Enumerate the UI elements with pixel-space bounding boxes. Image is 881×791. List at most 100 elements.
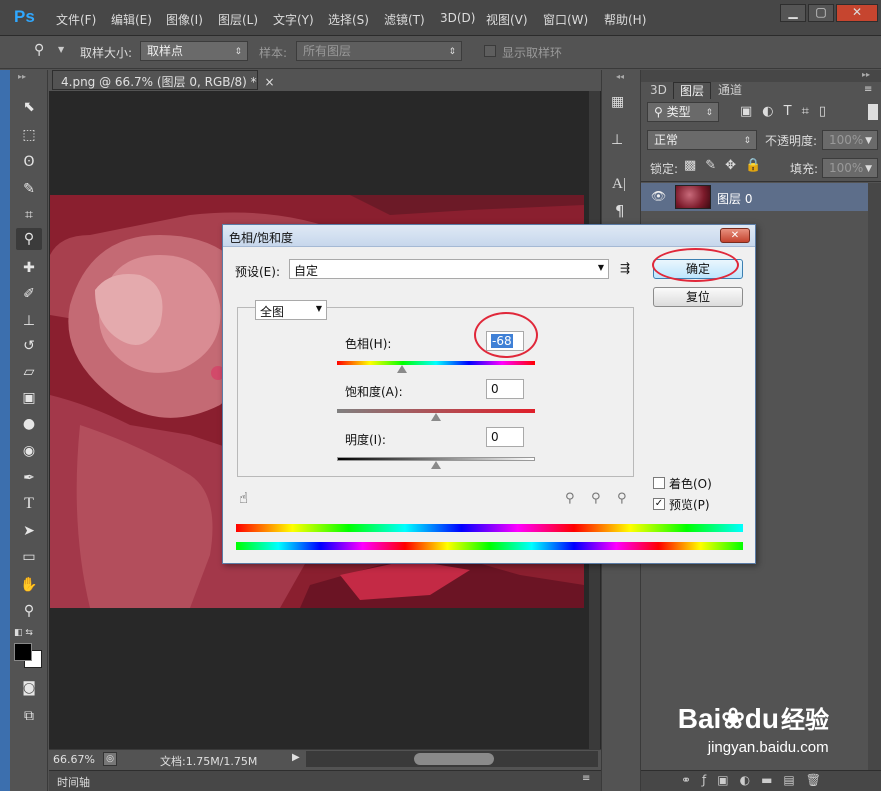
brush-presets-icon[interactable]: ⊥ <box>611 132 623 148</box>
crop-tool-icon[interactable]: ⌗ <box>16 204 42 226</box>
eyedropper-minus-icon[interactable]: ⚲ <box>617 491 627 506</box>
watermark-brand2: du <box>744 703 779 734</box>
menu-help[interactable]: 帮助(H) <box>604 11 646 28</box>
tab-close-icon[interactable]: × <box>265 75 275 89</box>
pen-tool-icon[interactable]: ✒ <box>16 467 42 489</box>
zoom-tool-icon[interactable]: ⚲ <box>16 600 42 622</box>
eye-icon[interactable]: 👁 <box>651 189 666 203</box>
document-tab[interactable]: 4.png @ 66.7% (图层 0, RGB/8) * × <box>52 70 275 90</box>
status-menu-arrow-icon[interactable]: ▶ <box>292 752 304 766</box>
layer-filter-select[interactable]: ⚲ 类型 ⇕ <box>647 102 719 122</box>
fill-label: 填充: <box>790 162 819 176</box>
menu-layer[interactable]: 图层(L) <box>218 11 258 28</box>
layer-row[interactable]: 👁 图层 0 <box>641 183 868 211</box>
collapse-panels-icon[interactable]: ▸▸ <box>862 70 870 79</box>
preset-options-icon[interactable]: ⇶ <box>620 261 630 275</box>
lightness-input[interactable]: 0 <box>486 427 524 447</box>
opacity-input[interactable]: 100% ▼ <box>822 130 878 150</box>
character-panel-icon[interactable]: A| <box>612 176 626 193</box>
layers-scrollbar[interactable] <box>868 183 881 773</box>
zoom-level[interactable]: 66.67% <box>53 753 95 766</box>
gradient-tool-icon[interactable]: ▣ <box>16 387 42 409</box>
layers-panel-menu-icon[interactable]: ≡ <box>864 84 872 95</box>
type-tool-icon[interactable]: T <box>16 493 42 515</box>
layer-action-icons[interactable]: ⚭ƒ▣◐▬▤🗑 <box>681 773 832 787</box>
close-button[interactable]: ✕ <box>836 4 878 22</box>
hue-slider[interactable] <box>337 361 535 365</box>
menu-image[interactable]: 图像(I) <box>166 11 203 28</box>
sample-select[interactable]: 所有图层 ⇕ <box>296 41 462 61</box>
minimize-button[interactable]: ▁ <box>780 4 806 22</box>
history-brush-icon[interactable]: ↺ <box>16 335 42 357</box>
layer-thumbnail <box>675 185 711 209</box>
status-bar: 66.67% ◎ 文档:1.75M/1.75M ▶ <box>49 749 601 769</box>
blend-mode-select[interactable]: 正常 ⇕ <box>647 130 757 150</box>
menu-window[interactable]: 窗口(W) <box>543 11 588 28</box>
menu-3d[interactable]: 3D(D) <box>440 11 475 25</box>
eyedropper-tool-icon[interactable]: ⚲ <box>16 228 42 250</box>
menu-edit[interactable]: 编辑(E) <box>111 11 152 28</box>
preset-select[interactable]: 自定 ▼ <box>289 259 609 279</box>
timeline-label[interactable]: 时间轴 <box>57 774 90 790</box>
share-icon[interactable]: ◎ <box>103 752 117 766</box>
sample-label: 样本: <box>259 46 288 60</box>
marquee-tool-icon[interactable]: ⬚ <box>16 124 42 146</box>
healing-tool-icon[interactable]: ✚ <box>16 257 42 279</box>
fill-input[interactable]: 100% ▼ <box>822 158 878 178</box>
quick-mask-icon[interactable]: ◙ <box>16 677 42 699</box>
shape-tool-icon[interactable]: ▭ <box>16 546 42 568</box>
lock-label: 锁定: <box>650 162 679 176</box>
opacity-label: 不透明度: <box>765 134 818 148</box>
path-select-icon[interactable]: ➤ <box>16 520 42 542</box>
layer-filter-icons[interactable]: ▣◐T⌗▯ <box>740 104 836 119</box>
lock-icons[interactable]: ▩✎✥🔒 <box>684 158 770 173</box>
quick-select-tool-icon[interactable]: ✎ <box>16 178 42 200</box>
reset-button[interactable]: 复位 <box>653 287 743 307</box>
hue-label: 色相(H): <box>345 337 392 351</box>
eraser-tool-icon[interactable]: ▱ <box>16 361 42 383</box>
menu-type[interactable]: 文字(Y) <box>273 11 314 28</box>
blur-tool-icon[interactable]: ● <box>16 413 42 435</box>
panel-menu-icon[interactable]: ≡ <box>582 773 590 784</box>
menu-view[interactable]: 视图(V) <box>486 11 528 28</box>
saturation-input[interactable]: 0 <box>486 379 524 399</box>
dialog-close-button[interactable]: ✕ <box>720 228 750 243</box>
foreground-color-swatch[interactable] <box>14 643 32 661</box>
eyedropper-icon[interactable]: ⚲ <box>34 42 44 58</box>
filter-toggle[interactable] <box>868 104 878 120</box>
hand-tool-icon[interactable]: ✋ <box>16 574 42 596</box>
preview-checkbox[interactable]: ✓ <box>653 498 665 510</box>
eyedropper-icon[interactable]: ⚲ <box>565 491 575 506</box>
menu-select[interactable]: 选择(S) <box>328 11 369 28</box>
channel-select[interactable]: 全图 ▼ <box>255 300 327 320</box>
lightness-value: 0 <box>491 430 499 444</box>
paragraph-panel-icon[interactable]: ¶ <box>615 202 625 220</box>
colorize-checkbox[interactable] <box>653 477 665 489</box>
expand-icon[interactable]: ◂◂ <box>616 72 624 81</box>
scrollbar-thumb[interactable] <box>414 753 494 765</box>
default-colors-icon[interactable]: ◧ ⇆ <box>14 628 33 638</box>
maximize-button[interactable]: ▢ <box>808 4 834 22</box>
menu-file[interactable]: 文件(F) <box>56 11 96 28</box>
tab-layers[interactable]: 图层 <box>673 82 712 99</box>
chevron-down-icon[interactable]: ▼ <box>58 45 64 54</box>
lasso-tool-icon[interactable]: ʘ <box>16 151 42 173</box>
sample-size-select[interactable]: 取样点 ⇕ <box>140 41 248 61</box>
dodge-tool-icon[interactable]: ◉ <box>16 440 42 462</box>
show-ring-checkbox[interactable] <box>484 45 496 57</box>
lightness-slider-thumb[interactable] <box>431 461 441 469</box>
menu-filter[interactable]: 滤镜(T) <box>384 11 425 28</box>
layer-name[interactable]: 图层 0 <box>717 190 752 207</box>
screen-mode-icon[interactable]: ⧉ <box>16 705 42 727</box>
hue-slider-thumb[interactable] <box>397 365 408 373</box>
collapse-icon[interactable]: ▸▸ <box>18 72 26 81</box>
stamp-tool-icon[interactable]: ⊥ <box>16 310 42 332</box>
brush-tool-icon[interactable]: ✐ <box>16 283 42 305</box>
tab-3d[interactable]: 3D <box>644 82 673 99</box>
history-panel-icon[interactable]: ▦ <box>611 94 624 110</box>
hand-adjust-icon[interactable]: ☝ <box>239 489 248 507</box>
eyedropper-plus-icon[interactable]: ⚲ <box>591 491 601 506</box>
move-tool-icon[interactable]: ⬉ <box>16 96 42 118</box>
saturation-slider-thumb[interactable] <box>431 413 441 421</box>
tab-channels[interactable]: 通道 <box>712 82 748 99</box>
